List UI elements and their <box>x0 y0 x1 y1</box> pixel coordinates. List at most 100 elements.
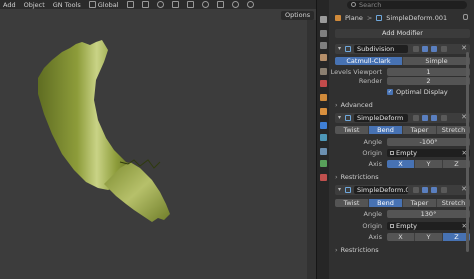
angle-field[interactable]: 130° <box>387 210 470 218</box>
viewport-header: Add Object GN Tools Global <box>0 0 316 9</box>
render-display-icon[interactable] <box>431 46 437 52</box>
catmull-clark-option[interactable]: Catmull-Clark <box>335 57 403 65</box>
taper-option[interactable]: Taper <box>403 199 437 207</box>
simpledeform-name-field[interactable]: SimpleDeform <box>354 114 408 122</box>
bend-option[interactable]: Bend <box>369 126 403 134</box>
collapse-chevron-icon[interactable]: ▾ <box>338 114 341 121</box>
remove-modifier-icon[interactable]: ✕ <box>461 44 467 52</box>
dropdown-icon[interactable] <box>441 187 447 193</box>
bend-option[interactable]: Bend <box>369 199 403 207</box>
breadcrumb-object: Plane <box>345 13 363 22</box>
visibility-icon[interactable] <box>171 1 179 8</box>
viewport-display-icon[interactable] <box>422 115 428 121</box>
snap-icon[interactable] <box>141 1 149 8</box>
edit-mode-icon[interactable] <box>413 115 419 121</box>
levels-viewport-field[interactable]: 1 <box>387 68 470 76</box>
expand-chevron-icon: › <box>335 246 338 254</box>
dropdown-icon[interactable] <box>441 46 447 52</box>
properties-scrollbar[interactable] <box>466 52 469 252</box>
deform-mode-selector-2: Twist Bend Taper Stretch <box>335 199 470 207</box>
simple-option[interactable]: Simple <box>403 57 470 65</box>
origin-label: Origin <box>362 222 382 230</box>
add-modifier-button[interactable]: Add Modifier <box>335 29 470 38</box>
taper-option[interactable]: Taper <box>403 126 437 134</box>
shading-solid-icon[interactable] <box>231 1 239 8</box>
origin-field[interactable]: Empty ✕ <box>387 222 470 230</box>
edit-mode-icon[interactable] <box>413 46 419 52</box>
optimal-display-row: ✓ Optimal Display <box>335 88 470 96</box>
axis-y-option[interactable]: Y <box>415 233 443 241</box>
origin-field[interactable]: Empty ✕ <box>387 149 470 157</box>
collapse-chevron-icon[interactable]: ▾ <box>338 186 341 193</box>
pin-icon[interactable] <box>463 14 468 20</box>
orientation-dropdown[interactable]: Global <box>88 1 119 9</box>
material-tab-icon[interactable] <box>320 174 327 181</box>
output-tab-icon[interactable] <box>320 42 327 49</box>
viewport-display-icon[interactable] <box>422 46 428 52</box>
advanced-subpanel[interactable]: › Advanced <box>335 101 373 109</box>
gizmo-icon[interactable] <box>186 1 194 8</box>
overlay-icon[interactable] <box>201 1 209 8</box>
subdivision-type-selector: Catmull-Clark Simple <box>335 57 470 65</box>
restrictions-label: Restrictions <box>340 173 379 181</box>
render-tab-icon[interactable] <box>320 30 327 37</box>
optimal-display-checkbox[interactable]: ✓ <box>387 89 393 95</box>
origin-row-2: Origin Empty ✕ <box>335 222 470 230</box>
pivot-icon[interactable] <box>126 1 134 8</box>
search-placeholder: Search <box>359 1 382 9</box>
3d-viewport[interactable]: Add Object GN Tools Global Options <box>0 0 316 279</box>
restrictions-subpanel-2[interactable]: › Restrictions <box>335 246 379 254</box>
restrictions-subpanel[interactable]: › Restrictions <box>335 173 379 181</box>
tool-tab-icon[interactable] <box>320 16 327 23</box>
properties-tab-strip <box>316 0 329 279</box>
axis-x-option[interactable]: X <box>387 233 415 241</box>
viewport-display-icon[interactable] <box>422 187 428 193</box>
scene-tab-icon[interactable] <box>320 68 327 75</box>
twist-option[interactable]: Twist <box>335 199 369 207</box>
subdivision-modifier-header[interactable]: ▾ Subdivision ✕ <box>335 44 470 54</box>
angle-row-2: Angle 130° <box>335 210 470 218</box>
modifier-tab-icon[interactable] <box>320 108 327 115</box>
shading-material-icon[interactable] <box>246 1 254 8</box>
deformed-mesh[interactable] <box>0 0 316 279</box>
simpledeform-001-name-field[interactable]: SimpleDeform.0... <box>354 186 408 194</box>
render-levels-field[interactable]: 2 <box>387 77 470 85</box>
search-icon <box>351 2 356 7</box>
axis-row-2: Axis X Y Z <box>335 233 470 241</box>
origin-value: Empty <box>396 149 417 157</box>
constraints-tab-icon[interactable] <box>320 148 327 155</box>
simpledeform-icon <box>345 115 351 121</box>
physics-tab-icon[interactable] <box>320 134 327 141</box>
menu-gn-tools[interactable]: GN Tools <box>53 1 81 9</box>
subdivision-name-field[interactable]: Subdivision <box>354 45 408 53</box>
angle-field[interactable]: -100° <box>387 138 470 146</box>
proportional-edit-icon[interactable] <box>156 1 164 8</box>
view-layer-tab-icon[interactable] <box>320 54 327 61</box>
simpledeform-001-modifier-header[interactable]: ▾ SimpleDeform.0... ✕ <box>335 185 470 195</box>
twist-option[interactable]: Twist <box>335 126 369 134</box>
dropdown-icon[interactable] <box>441 115 447 121</box>
menu-add[interactable]: Add <box>3 1 16 9</box>
simpledeform-icon <box>345 187 351 193</box>
render-display-icon[interactable] <box>431 115 437 121</box>
edit-mode-icon[interactable] <box>413 187 419 193</box>
data-tab-icon[interactable] <box>320 160 327 167</box>
object-tab-icon[interactable] <box>320 94 327 101</box>
properties-search-field[interactable]: Search <box>347 1 467 9</box>
world-tab-icon[interactable] <box>320 80 327 87</box>
simpledeform-modifier-header[interactable]: ▾ SimpleDeform ✕ <box>335 113 470 123</box>
levels-viewport-label: Levels Viewport <box>330 68 382 76</box>
origin-label: Origin <box>362 149 382 157</box>
xray-icon[interactable] <box>216 1 224 8</box>
axis-row: Axis X Y Z <box>335 160 470 168</box>
deform-mode-selector: Twist Bend Taper Stretch <box>335 126 470 134</box>
breadcrumb-modifier: SimpleDeform.001 <box>386 13 448 22</box>
collapse-chevron-icon[interactable]: ▾ <box>338 45 341 52</box>
axis-x-option[interactable]: X <box>387 160 415 168</box>
particles-tab-icon[interactable] <box>320 122 327 129</box>
axis-selector: X Y Z <box>387 160 470 168</box>
menu-object[interactable]: Object <box>24 1 45 9</box>
render-display-icon[interactable] <box>431 187 437 193</box>
axis-y-option[interactable]: Y <box>415 160 443 168</box>
options-button[interactable]: Options <box>281 11 315 20</box>
